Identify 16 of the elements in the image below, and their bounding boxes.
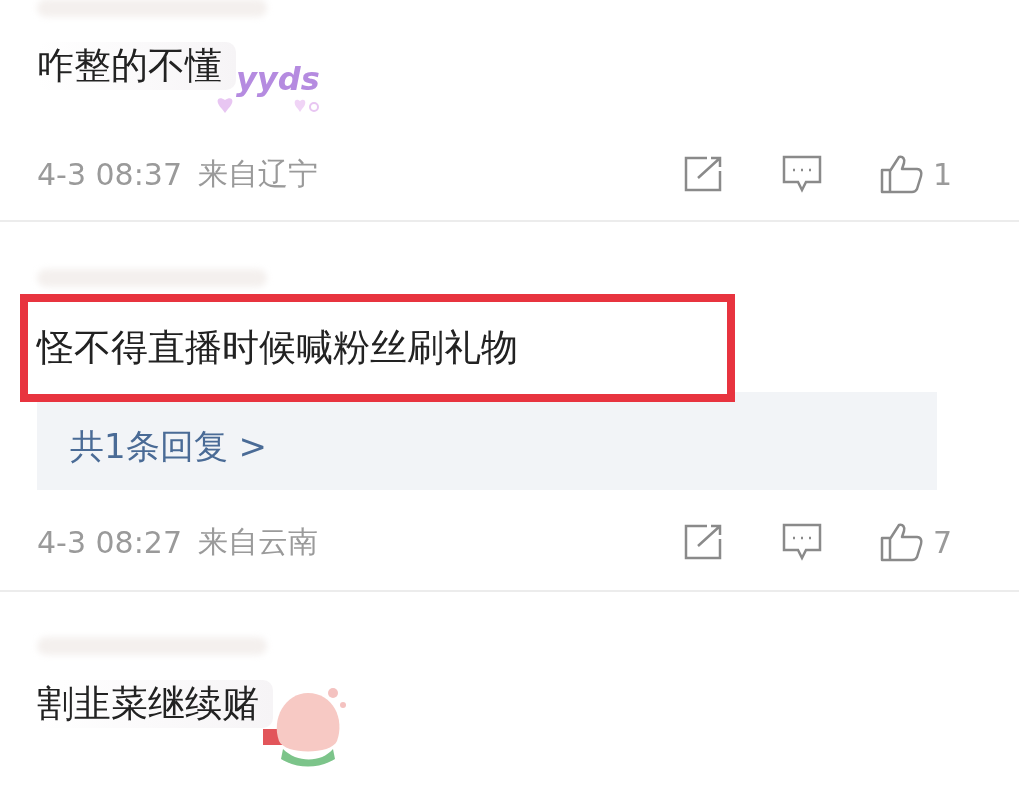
comment-icon[interactable] (781, 154, 823, 194)
thumbs-up-icon[interactable] (879, 154, 925, 194)
sticker-text: yyds (236, 61, 320, 97)
timestamp: 4-3 08:37 (37, 156, 182, 192)
thumbs-up-icon[interactable] (879, 522, 925, 562)
comment-text: 割韭菜继续赌 (37, 680, 273, 728)
location-text: 来自辽宁 (198, 154, 318, 193)
replies-link[interactable]: 共1条回复 > (37, 392, 937, 490)
comment-text: 咋整的不懂 (37, 42, 236, 90)
hearts-icon (216, 97, 320, 115)
like-count: 7 (933, 524, 953, 560)
comment-text: 怪不得直播时候喊粉丝刷礼物 (37, 325, 519, 371)
timestamp: 4-3 08:27 (37, 524, 182, 560)
location-text: 来自云南 (198, 522, 318, 561)
comment-icon[interactable] (781, 522, 823, 562)
like-count: 1 (933, 156, 953, 192)
